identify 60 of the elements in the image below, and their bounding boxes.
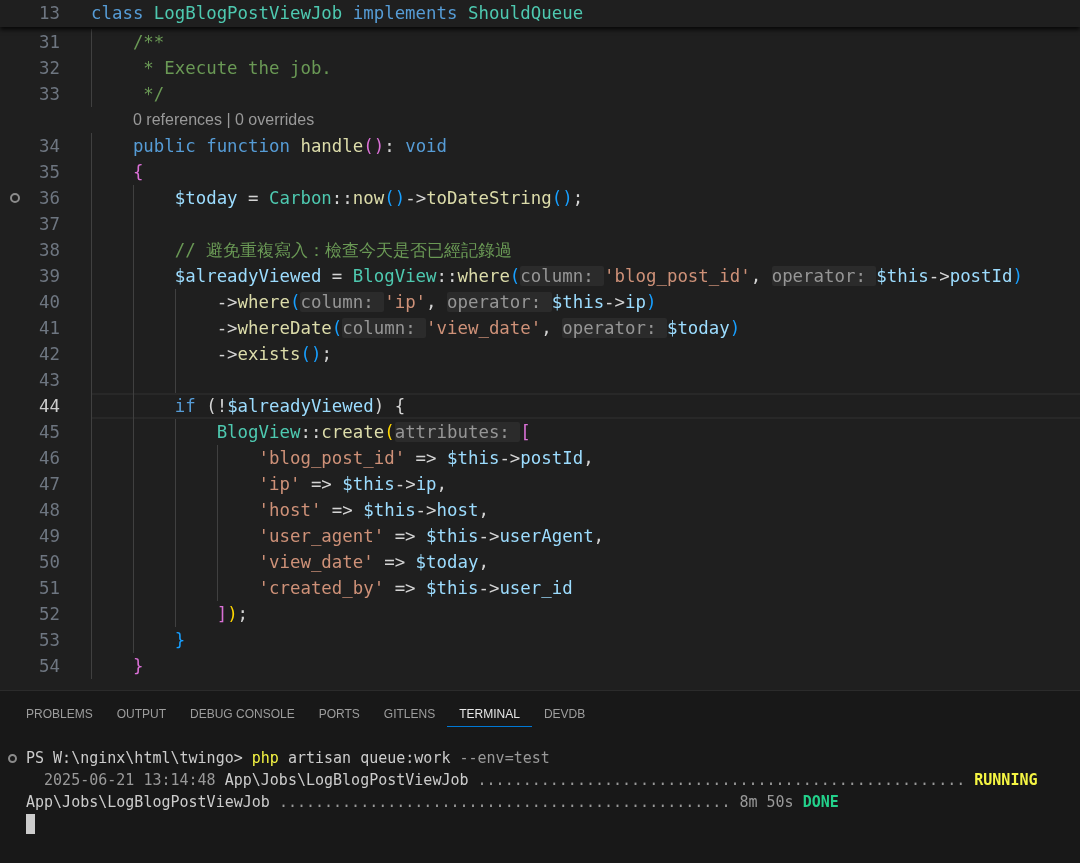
line-number: 41: [38, 316, 60, 340]
line-number: 45: [38, 420, 60, 444]
code-line: ->where(column: 'ip', operator: $this->ip): [215, 290, 657, 314]
code-line: 'ip' => $this->ip,: [257, 472, 448, 496]
code-line: */: [142, 82, 165, 106]
panel-tab[interactable]: PROBLEMS: [14, 701, 105, 727]
code-line: 'created_by' => $this->user_id: [257, 576, 573, 600]
line-number: 35: [38, 160, 60, 184]
panel-tab[interactable]: PORTS: [306, 701, 372, 727]
line-number: 39: [38, 264, 60, 288]
panel-tab[interactable]: OUTPUT: [104, 701, 179, 727]
line-number: 32: [38, 56, 60, 80]
line-number: 13: [38, 2, 60, 26]
code-line: {: [131, 160, 144, 184]
line-number: 44: [38, 394, 60, 418]
breakpoint-marker-icon[interactable]: [10, 193, 20, 203]
code-line: 'host' => $this->host,: [257, 498, 489, 522]
code-line: if (!$alreadyViewed) {: [173, 394, 406, 418]
codelens-text[interactable]: 0 references | 0 overrides: [133, 108, 315, 132]
line-number: 37: [38, 212, 60, 236]
code-line: }: [173, 628, 186, 652]
line-number: 47: [38, 472, 60, 496]
line-number: 33: [38, 82, 60, 106]
code-line: public function handle(): void: [131, 134, 448, 158]
panel-tab[interactable]: DEBUG CONSOLE: [178, 701, 307, 727]
line-number: 46: [38, 446, 60, 470]
line-number: 36: [38, 186, 60, 210]
line-number: 31: [38, 30, 60, 54]
terminal-line: App\Jobs\LogBlogPostViewJob .................................................. 8m 50s DONE: [26, 792, 839, 813]
code-line: /**: [131, 30, 165, 54]
code-line: ]);: [215, 602, 249, 626]
line-number: 40: [38, 290, 60, 314]
line-number: 48: [38, 498, 60, 522]
code-line: 'view_date' => $today,: [257, 550, 489, 574]
panel-tab[interactable]: TERMINAL: [447, 701, 532, 727]
code-line: $today = Carbon::now()->toDateString();: [173, 186, 584, 210]
code-line: }: [131, 654, 144, 678]
line-number: 42: [38, 342, 60, 366]
code-line: 'user_agent' => $this->userAgent,: [257, 524, 605, 548]
panel-tab[interactable]: DEVDB: [531, 701, 598, 727]
line-number: 34: [38, 134, 60, 158]
line-number: 51: [38, 576, 60, 600]
code-line: ->exists();: [215, 342, 332, 366]
code-line: 'blog_post_id' => $this->postId,: [257, 446, 594, 470]
line-number: 43: [38, 368, 60, 392]
line-number: 49: [38, 524, 60, 548]
panel-tab[interactable]: GITLENS: [371, 701, 448, 727]
line-number: 52: [38, 602, 60, 626]
code-line: ->whereDate(column: 'view_date', operator: $today): [215, 316, 741, 340]
code-line: BlogView::create(attributes: [: [215, 420, 531, 444]
terminal-line: 2025-06-21 13:14:48 App\Jobs\LogBlogPostViewJob ...................................................... RUNNING: [43, 770, 1038, 791]
line-number: 53: [38, 628, 60, 652]
code-line: $alreadyViewed = BlogView::where(column: 'blog_post_id', operator: $this->postId): [173, 264, 1023, 288]
terminal-line: PS W:\nginx\html\twingo> php artisan queue:work --env=test: [26, 748, 550, 769]
code-line: // 避免重複寫入：檢查今天是否已經記錄過: [173, 238, 513, 262]
sticky-code-line: class LogBlogPostViewJob implements ShouldQueue: [91, 2, 584, 26]
code-line: * Execute the job.: [142, 56, 332, 80]
line-number: 50: [38, 550, 60, 574]
line-number: 54: [38, 654, 60, 678]
line-number: 38: [38, 238, 60, 262]
